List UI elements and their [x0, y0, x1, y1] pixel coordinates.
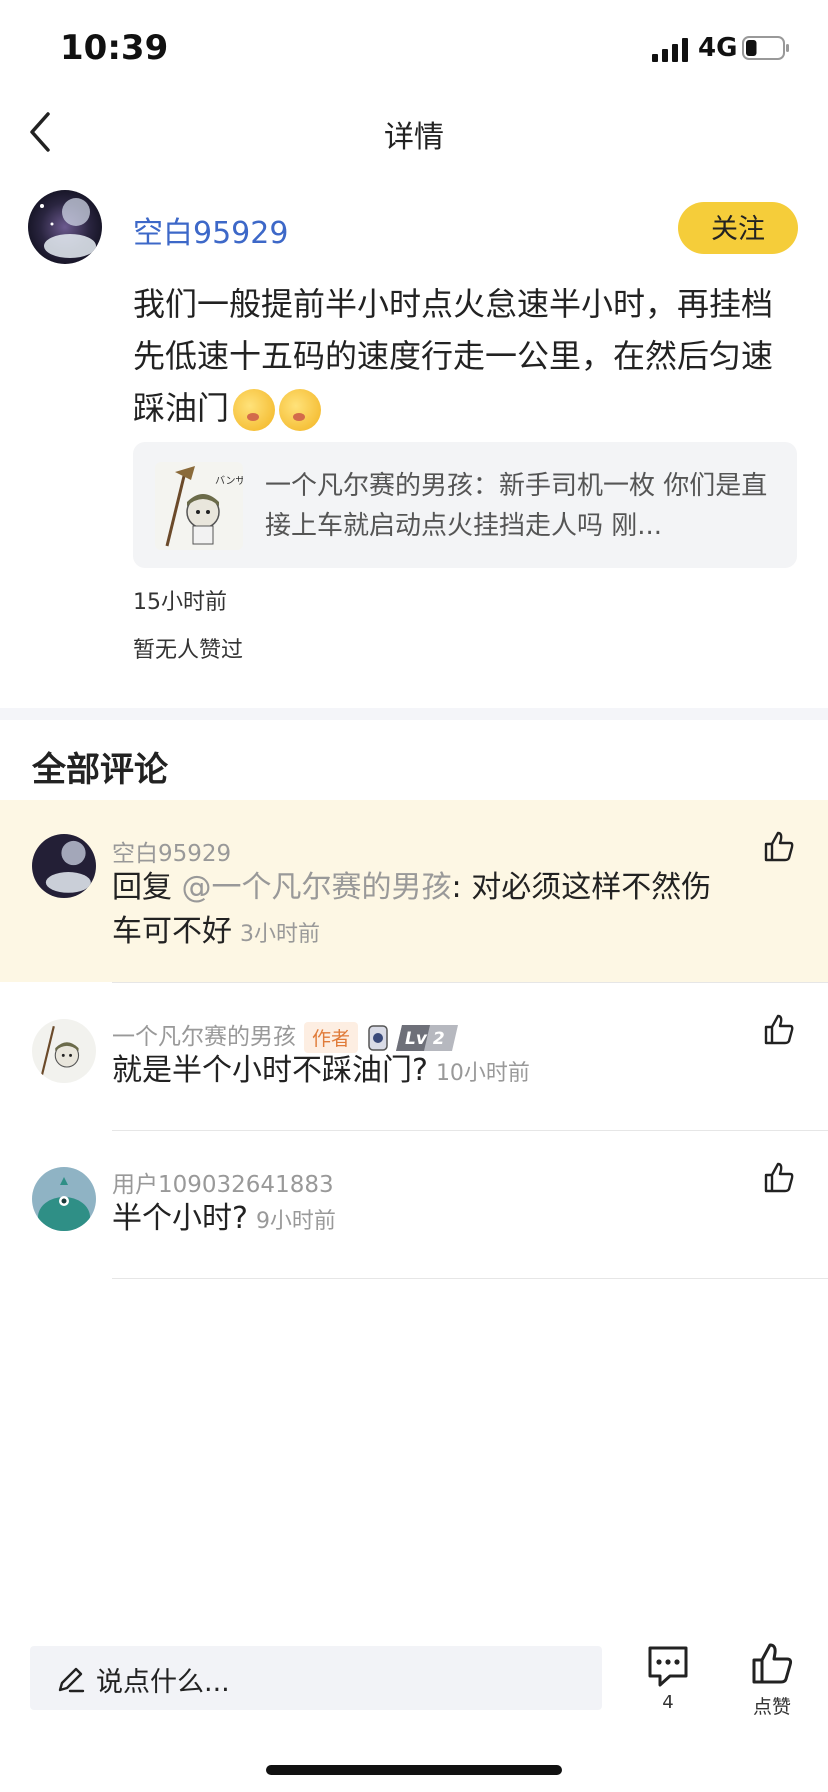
sweat-kiss-emoji-icon: [233, 389, 276, 431]
thumbs-up-icon[interactable]: [762, 830, 796, 864]
comment-time: 3小时前: [240, 922, 320, 947]
comment-avatar[interactable]: [32, 834, 96, 898]
home-indicator: [266, 1765, 562, 1775]
page-title: 详情: [384, 120, 444, 155]
level-text: Lv 2: [405, 1029, 445, 1049]
comment-item[interactable]: 用户109032641883 半个小时? 9小时前: [0, 1131, 828, 1279]
pencil-icon: [58, 1667, 85, 1693]
follow-button[interactable]: 关注: [678, 202, 798, 254]
comment-input-placeholder: 说点什么...: [96, 1667, 230, 1698]
comment-item[interactable]: 一个凡尔赛的男孩 作者 Lv 2 就是半个小时不踩油门? 10小时前: [0, 983, 828, 1131]
comment-bubble-icon[interactable]: [646, 1644, 690, 1688]
mention-link[interactable]: @一个凡尔赛的男孩: [182, 870, 452, 905]
comment-username[interactable]: 空白95929: [112, 834, 231, 868]
comments-section-title: 全部评论: [32, 750, 168, 790]
comment-item[interactable]: 空白95929 回复 @一个凡尔赛的男孩: 对必须这样不然伤车可不好 3小时前: [0, 800, 828, 982]
comment-avatar[interactable]: [32, 1167, 96, 1231]
post-text: 我们一般提前半小时点火怠速半小时，再挂档先低速十五码的速度行走一公里，在然后匀速…: [133, 285, 774, 427]
comment-username-row: 一个凡尔赛的男孩 作者 Lv 2: [112, 1017, 459, 1053]
post-likes-text: 暂无人赞过: [133, 638, 244, 663]
comment-time: 9小时前: [255, 1209, 336, 1234]
post-author-name[interactable]: 空白95929: [133, 208, 288, 252]
post-author-avatar[interactable]: [28, 190, 102, 264]
level-badge-icon: Lv 2: [396, 1024, 459, 1051]
comment-username[interactable]: 一个凡尔赛的男孩: [112, 1024, 296, 1050]
section-divider: [0, 708, 828, 720]
battery-icon: [742, 36, 789, 60]
quoted-post-text: 一个凡尔赛的男孩：新手司机一枚 你们是直接上车就启动点火挂挡走人吗 刚...: [265, 471, 768, 541]
reply-prefix: 回复: [112, 870, 182, 905]
quoted-post-thumbnail: バンザイ板栽: [155, 462, 276, 550]
comment-count: 4: [662, 1692, 674, 1713]
comment-text: 就是半个小时不踩油门? 10小时前: [112, 1049, 732, 1096]
like-label: 点赞: [752, 1696, 791, 1718]
comment-text: 回复 @一个凡尔赛的男孩: 对必须这样不然伤车可不好 3小时前: [112, 866, 732, 957]
sweat-kiss-emoji-icon: [279, 389, 322, 431]
signal-icon: [652, 38, 688, 62]
medal-badge-icon: [368, 1024, 388, 1051]
comment-username[interactable]: 用户109032641883: [112, 1165, 334, 1199]
post-timestamp: 15小时前: [133, 590, 227, 615]
comment-avatar[interactable]: [32, 1019, 96, 1083]
status-time: 10:39: [60, 28, 169, 68]
comment-body: 半个小时?: [112, 1201, 248, 1236]
quoted-thumb-text: バンザイ板栽: [215, 474, 243, 487]
post-body: 我们一般提前半小时点火怠速半小时，再挂档先低速十五码的速度行走一公里，在然后匀速…: [133, 278, 803, 434]
network-label: 4G: [698, 33, 738, 63]
comment-text: 半个小时? 9小时前: [112, 1197, 732, 1244]
comment-time: 10小时前: [435, 1061, 530, 1086]
comment-input[interactable]: 说点什么...: [30, 1646, 602, 1710]
comment-divider: [112, 1278, 828, 1279]
thumbs-up-icon[interactable]: [762, 1013, 796, 1047]
quoted-post-card[interactable]: バンザイ板栽 一个凡尔赛的男孩：新手司机一枚 你们是直接上车就启动点火挂挡走人吗…: [133, 442, 797, 568]
comment-body: 就是半个小时不踩油门?: [112, 1053, 428, 1088]
thumbs-up-icon[interactable]: [750, 1642, 794, 1686]
thumbs-up-icon[interactable]: [762, 1161, 796, 1195]
